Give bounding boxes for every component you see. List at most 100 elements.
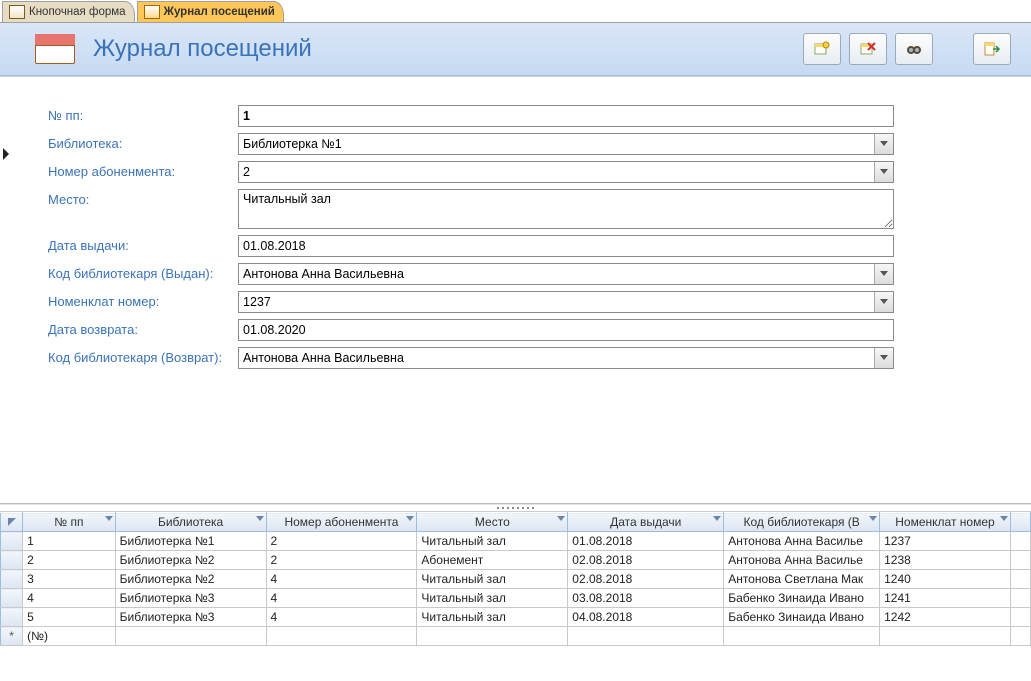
input-place[interactable] [238,189,894,229]
cell[interactable]: 2 [266,551,417,570]
dropdown-button[interactable] [874,348,893,368]
cell[interactable]: Читальный зал [417,608,568,627]
grid-header-row: № пп Библиотека Номер абоненмента Место … [1,513,1031,532]
cell[interactable]: Абонемент [417,551,568,570]
cell[interactable]: Антонова Светлана Мак [724,570,880,589]
dropdown-button[interactable] [874,134,893,154]
label-library: Библиотека: [48,133,238,151]
cell[interactable]: 1240 [880,570,1011,589]
table-row[interactable]: 4Библиотерка №34Читальный зал03.08.2018Б… [1,589,1031,608]
tab-label: Журнал посещений [164,6,275,18]
cell[interactable] [115,627,266,646]
row-selector[interactable] [1,551,23,570]
row-selector[interactable] [1,570,23,589]
cell[interactable]: 01.08.2018 [568,532,724,551]
cell[interactable]: 02.08.2018 [568,570,724,589]
find-button[interactable] [895,33,933,65]
tab-label: Кнопочная форма [29,6,126,18]
column-header[interactable]: Библиотека [115,513,266,532]
cell[interactable]: 4 [23,589,116,608]
label-librarian-in: Код библиотекаря (Возврат): [48,347,238,365]
form-header: Журнал посещений [0,23,1031,76]
table-row[interactable]: 3Библиотерка №24Читальный зал02.08.2018А… [1,570,1031,589]
cell[interactable]: 5 [23,608,116,627]
row-selector[interactable] [1,608,23,627]
table-row[interactable]: 1Библиотерка №12Читальный зал01.08.2018А… [1,532,1031,551]
splitter-handle[interactable] [0,504,1031,512]
delete-record-button[interactable] [849,33,887,65]
close-form-button[interactable] [973,33,1011,65]
cell[interactable]: 4 [266,608,417,627]
cell[interactable]: Читальный зал [417,589,568,608]
cell[interactable]: 02.08.2018 [568,551,724,570]
cell[interactable]: 2 [266,532,417,551]
column-header[interactable]: Место [417,513,568,532]
cell[interactable]: 3 [23,570,116,589]
column-header[interactable]: Номенклат номер [880,513,1011,532]
cell[interactable]: Антонова Анна Василье [724,551,880,570]
row-selector[interactable] [1,532,23,551]
cell[interactable]: Читальный зал [417,532,568,551]
label-return-date: Дата возврата: [48,319,238,337]
cell[interactable]: 1241 [880,589,1011,608]
cell[interactable]: 1238 [880,551,1011,570]
new-record-row[interactable]: *(№) [1,627,1031,646]
cell[interactable]: Библиотерка №3 [115,589,266,608]
combo-librarian-out[interactable] [239,264,874,284]
cell[interactable]: (№) [23,627,116,646]
input-issue-date[interactable] [238,235,894,257]
cell[interactable]: 4 [266,589,417,608]
cell[interactable]: 1237 [880,532,1011,551]
record-selector[interactable] [1,147,15,165]
input-return-date[interactable] [238,319,894,341]
column-header[interactable]: Дата выдачи [568,513,724,532]
cell[interactable] [880,627,1011,646]
cell[interactable]: 1242 [880,608,1011,627]
column-header[interactable]: Номер абоненмента [266,513,417,532]
row-selector[interactable] [1,589,23,608]
cell[interactable]: Читальный зал [417,570,568,589]
label-nomenclature: Номенклат номер: [48,291,238,309]
cell [1010,551,1030,570]
cell[interactable]: 2 [23,551,116,570]
cell[interactable] [724,627,880,646]
dropdown-button[interactable] [874,292,893,312]
combo-subscription[interactable] [239,162,874,182]
cell[interactable]: Библиотерка №2 [115,570,266,589]
cell[interactable]: Библиотерка №1 [115,532,266,551]
column-header-overflow[interactable] [1010,513,1030,532]
dropdown-button[interactable] [874,162,893,182]
tab-zhurnal-poseshcheniy[interactable]: Журнал посещений [137,1,284,22]
tab-knopochnaya-forma[interactable]: Кнопочная форма [2,1,135,22]
table-row[interactable]: 2Библиотерка №22Абонемент02.08.2018Антон… [1,551,1031,570]
cell[interactable]: Антонова Анна Василье [724,532,880,551]
cell[interactable] [417,627,568,646]
column-header[interactable]: № пп [23,513,116,532]
input-num[interactable] [238,105,894,127]
chevron-down-icon [880,169,888,175]
cell[interactable]: Библиотерка №3 [115,608,266,627]
column-header[interactable]: Код библиотекаря (В [724,513,880,532]
cell[interactable] [266,627,417,646]
chevron-down-icon [557,516,565,522]
table-row[interactable]: 5Библиотерка №34Читальный зал04.08.2018Б… [1,608,1031,627]
delete-record-icon [859,41,877,57]
cell[interactable]: Бабенко Зинаида Ивано [724,589,880,608]
combo-library[interactable] [239,134,874,154]
label-num: № пп: [48,105,238,123]
cell[interactable]: 1 [23,532,116,551]
form-icon [144,5,160,19]
cell[interactable]: Библиотерка №2 [115,551,266,570]
combo-nomenclature[interactable] [239,292,874,312]
new-record-button[interactable] [803,33,841,65]
cell[interactable]: 4 [266,570,417,589]
cell[interactable] [568,627,724,646]
new-record-selector[interactable]: * [1,627,23,646]
dropdown-button[interactable] [874,264,893,284]
combo-librarian-in[interactable] [239,348,874,368]
cell[interactable]: Бабенко Зинаида Ивано [724,608,880,627]
grid-select-all[interactable] [1,513,23,532]
cell[interactable]: 03.08.2018 [568,589,724,608]
cell [1010,608,1030,627]
cell[interactable]: 04.08.2018 [568,608,724,627]
